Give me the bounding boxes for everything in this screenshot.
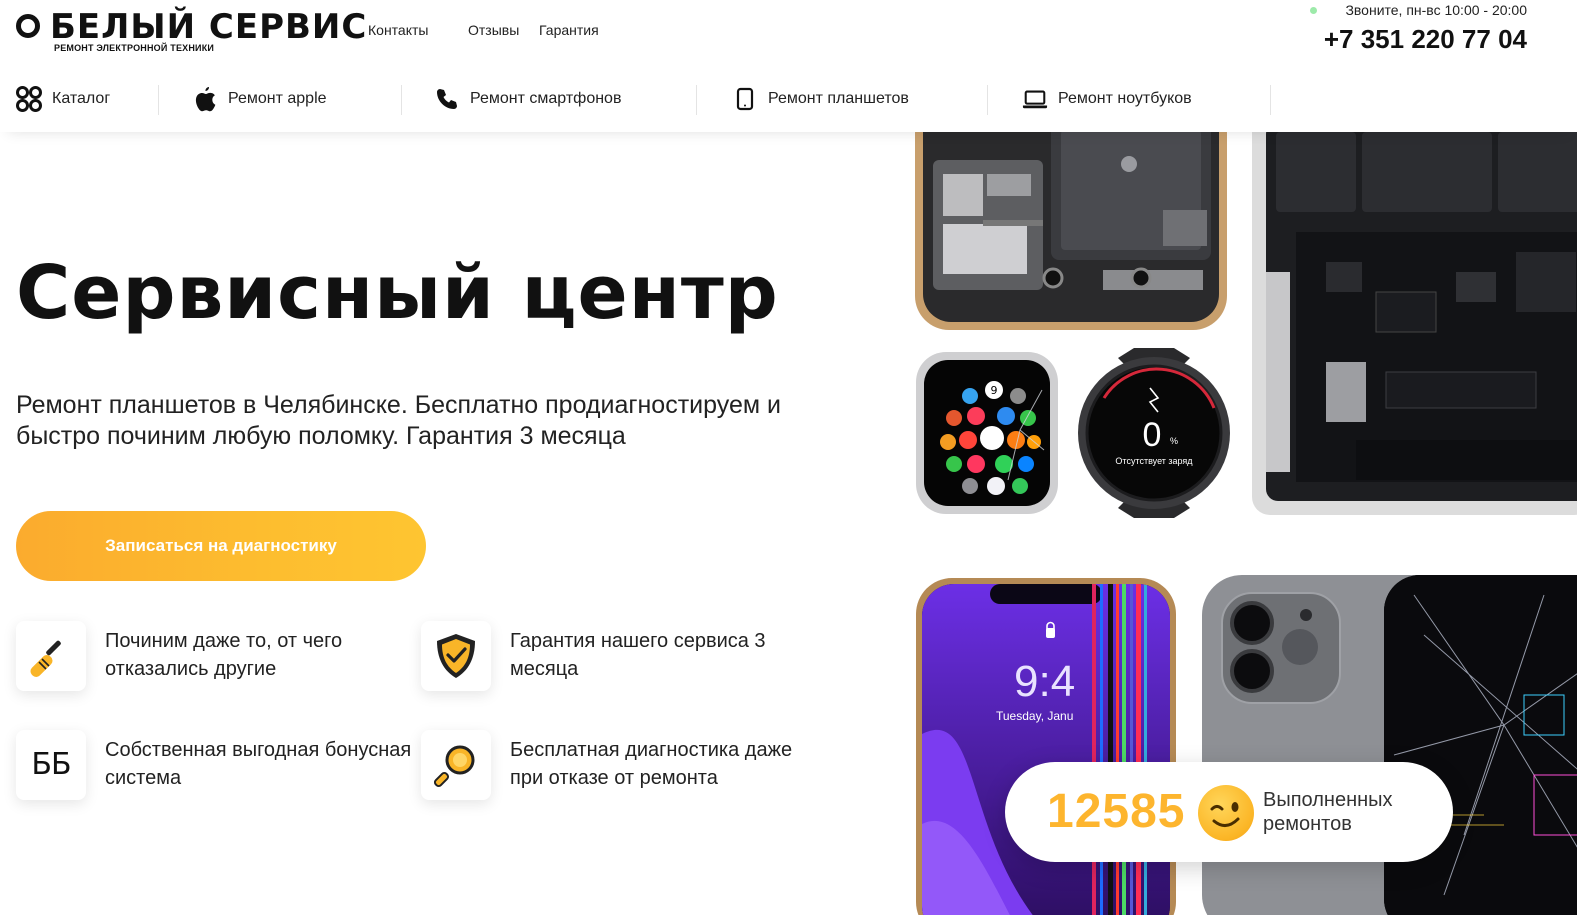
phone-number[interactable]: +7 351 220 77 04 (1324, 24, 1527, 54)
hero-subtitle: Ремонт планшетов в Челябинске. Бесплатно… (16, 391, 781, 450)
nav-item-tablets[interactable]: Ремонт планшетов (732, 76, 909, 122)
nav-divider (158, 85, 159, 115)
online-status-dot (1310, 7, 1317, 14)
broken-ipad-image (1202, 575, 1577, 915)
nav-label: Ремонт apple (228, 90, 327, 107)
logo-ring-icon (16, 14, 40, 38)
main-nav: Каталог Ремонт apple Ремонт смартфонов Р… (0, 76, 1577, 132)
feature-item: Починим даже то, от чего отказались друг… (16, 621, 406, 693)
link-contacts[interactable]: Контакты (368, 22, 428, 38)
laptop-icon (1022, 86, 1048, 112)
watch-charge-value: 0 (1143, 416, 1162, 454)
nav-item-apple[interactable]: Ремонт apple (192, 76, 327, 122)
repairs-label: Выполненных ремонтов (1263, 789, 1393, 835)
feature-text: Гарантия нашего сервиса 3 месяца (510, 630, 766, 680)
winking-face-icon (1198, 785, 1254, 841)
nav-divider (401, 85, 402, 115)
watch-badge-text: 9 (991, 384, 998, 397)
nav-divider (1270, 85, 1271, 115)
link-guarantee[interactable]: Гарантия (539, 22, 599, 38)
feature-text: Бесплатная диагностика даже при отказе о… (510, 739, 793, 789)
contact-block: Звоните, пн-вс 10:00 - 20:00 +7 351 220 … (1287, 0, 1527, 60)
nav-item-laptops[interactable]: Ремонт ноутбуков (1022, 76, 1192, 122)
nav-item-catalog[interactable]: Каталог (16, 76, 110, 122)
top-header: БЕЛЫЙ СЕРВИС РЕМОНТ ЭЛЕКТРОННОЙ ТЕХНИКИ … (0, 0, 1577, 76)
nav-label: Каталог (52, 90, 111, 107)
screwdriver-icon (16, 621, 86, 691)
shield-check-icon (421, 621, 491, 691)
macbook-internals-image (1252, 130, 1577, 515)
nav-divider (987, 85, 988, 115)
iphone-internals-image (915, 130, 1227, 330)
lockscreen-time: 9:4 (1014, 657, 1075, 706)
link-reviews[interactable]: Отзывы (468, 22, 519, 38)
working-hours: Звоните, пн-вс 10:00 - 20:00 (1345, 2, 1527, 18)
logo-title: БЕЛЫЙ СЕРВИС (50, 7, 368, 47)
feature-item: Бесплатная диагностика даже при отказе о… (421, 730, 811, 802)
page-title: Сервисный центр (16, 250, 779, 336)
apple-icon (192, 86, 218, 112)
lockscreen-date: Tuesday, Janu (996, 709, 1073, 723)
nav-label: Ремонт ноутбуков (1058, 90, 1192, 107)
tablet-icon (732, 86, 758, 112)
nav-divider (696, 85, 697, 115)
book-diagnostics-button[interactable]: Записаться на диагностику (16, 511, 426, 581)
phone-handset-icon (434, 86, 460, 112)
feature-item: Гарантия нашего сервиса 3 месяца (421, 621, 811, 693)
watch-charge-text: Отсутствует заряд (1115, 456, 1193, 466)
logo-subtitle: РЕМОНТ ЭЛЕКТРОННОЙ ТЕХНИКИ (54, 43, 215, 53)
repairs-counter-card: 12585 Выполненных ремонтов (1005, 762, 1453, 862)
round-watch-image: 0 % Отсутствует заряд (1074, 348, 1234, 518)
feature-text: Починим даже то, от чего отказались друг… (105, 630, 343, 680)
nav-label: Ремонт планшетов (768, 90, 909, 107)
feature-item: ББ Собственная выгодная бонусная система (16, 730, 411, 802)
apple-watch-image: 9 (916, 352, 1058, 514)
logo[interactable]: БЕЛЫЙ СЕРВИС РЕМОНТ ЭЛЕКТРОННОЙ ТЕХНИКИ (16, 8, 366, 56)
catalog-grid-icon (16, 86, 42, 112)
broken-iphone-image: 9:4 Tuesday, Janu (916, 578, 1176, 915)
bonus-bb-icon: ББ (16, 730, 86, 800)
feature-text: Собственная выгодная бонусная система (105, 739, 412, 789)
watch-charge-unit: % (1170, 436, 1178, 446)
nav-item-smartphones[interactable]: Ремонт смартфонов (434, 76, 621, 122)
repairs-count: 12585 (1047, 785, 1186, 838)
magnifier-icon (421, 730, 491, 800)
nav-label: Ремонт смартфонов (470, 90, 622, 107)
bonus-bb-label: ББ (31, 747, 71, 782)
